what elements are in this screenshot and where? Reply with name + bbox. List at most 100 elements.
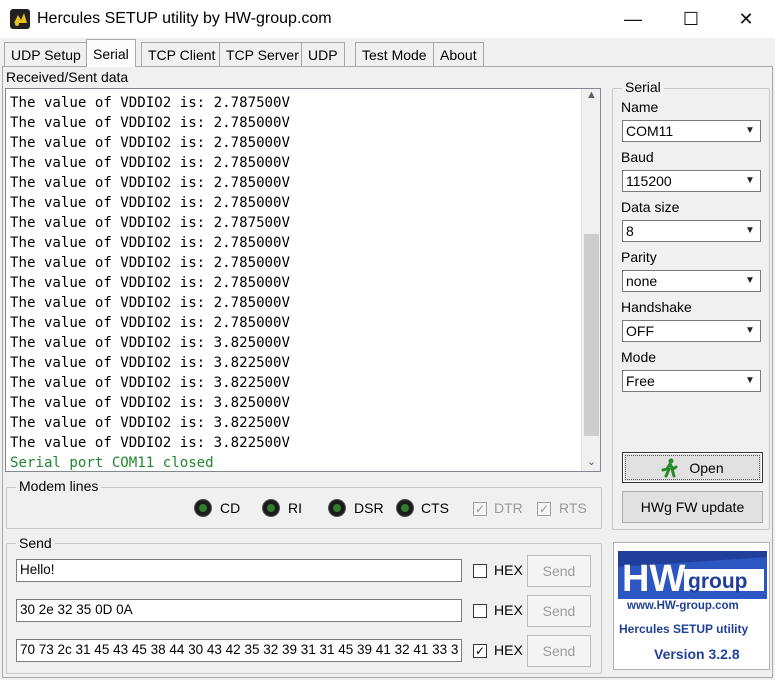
received-line: The value of VDDIO2 is: 2.785000V	[10, 295, 291, 311]
dtr-label: DTR	[494, 500, 523, 516]
port-name-select[interactable]: COM11 ▼	[622, 120, 761, 142]
chevron-down-icon[interactable]: ▼	[740, 221, 760, 241]
tab-udp-setup[interactable]: UDP Setup	[4, 42, 88, 66]
chevron-down-icon[interactable]: ▼	[740, 271, 760, 291]
received-line: The value of VDDIO2 is: 2.785000V	[10, 155, 291, 171]
hw-group-logo-panel: HW group www.HW-group.com Hercules SETUP…	[613, 542, 770, 670]
parity-select[interactable]: none ▼	[622, 270, 761, 292]
send-input-2[interactable]: 30 2e 32 35 0D 0A	[16, 599, 462, 622]
open-button-label: Open	[689, 459, 724, 476]
received-line: The value of VDDIO2 is: 2.785000V	[10, 135, 291, 151]
window-title: Hercules SETUP utility by HW-group.com	[37, 10, 332, 27]
mode-label: Mode	[621, 349, 657, 365]
open-button[interactable]: Open	[622, 452, 763, 483]
maximize-button[interactable]: ☐	[662, 0, 720, 38]
maximize-icon: ☐	[682, 8, 700, 29]
hw-group-logo: HW group www.HW-group.com Hercules SETUP…	[618, 551, 767, 662]
baud-select[interactable]: 115200 ▼	[622, 170, 761, 192]
send-label: Send	[16, 535, 55, 551]
received-line: The value of VDDIO2 is: 3.822500V	[10, 435, 291, 451]
tab-udp[interactable]: UDP	[301, 42, 345, 66]
received-line: The value of VDDIO2 is: 3.825000V	[10, 395, 291, 411]
received-line: The value of VDDIO2 is: 2.785000V	[10, 315, 291, 331]
cd-label: CD	[220, 500, 241, 516]
received-line: The value of VDDIO2 is: 2.785000V	[10, 195, 291, 211]
hex-label-3: HEX	[494, 642, 523, 658]
ri-led-icon	[262, 499, 280, 517]
dsr-led-icon	[328, 499, 346, 517]
received-line: The value of VDDIO2 is: 3.822500V	[10, 375, 291, 391]
tab-serial[interactable]: Serial	[86, 39, 136, 67]
scroll-down-chevron-icon[interactable]: ⌄	[582, 454, 600, 471]
tab-about[interactable]: About	[433, 42, 484, 66]
received-line: The value of VDDIO2 is: 2.787500V	[10, 95, 291, 111]
baud-value: 115200	[626, 173, 672, 189]
parity-value: none	[626, 273, 658, 289]
parity-label: Parity	[621, 249, 657, 265]
cd-led-icon	[194, 499, 212, 517]
dsr-label: DSR	[354, 500, 384, 516]
data-size-value: 8	[626, 223, 634, 239]
received-line: The value of VDDIO2 is: 2.785000V	[10, 275, 291, 291]
name-label: Name	[621, 99, 659, 115]
scrollbar-thumb[interactable]	[584, 234, 599, 436]
port-name-value: COM11	[626, 123, 674, 139]
received-line: The value of VDDIO2 is: 2.785000V	[10, 255, 291, 271]
hex-checkbox-1[interactable]	[473, 564, 487, 578]
version-label: Version 3.2.8	[654, 646, 740, 662]
hex-checkbox-3[interactable]: ✓	[473, 644, 487, 658]
received-line: The value of VDDIO2 is: 3.822500V	[10, 355, 291, 371]
logo-group-text: group	[688, 570, 747, 593]
send-button-3[interactable]: Send	[527, 635, 591, 667]
hex-checkbox-2[interactable]	[473, 604, 487, 618]
minimize-button[interactable]: —	[604, 0, 662, 38]
rts-checkbox[interactable]: ✓	[537, 502, 551, 516]
fw-update-button[interactable]: HWg FW update	[622, 491, 763, 523]
mode-select[interactable]: Free ▼	[622, 370, 761, 392]
send-input-1[interactable]: Hello!	[16, 559, 462, 582]
received-line: The value of VDDIO2 is: 3.822500V	[10, 415, 291, 431]
close-button[interactable]: ✕	[717, 0, 775, 38]
send-button-1[interactable]: Send	[527, 555, 591, 587]
dtr-checkbox[interactable]: ✓	[473, 502, 487, 516]
logo-hw-text: HW	[622, 558, 685, 600]
scroll-up-arrow-icon[interactable]: ▲	[582, 89, 600, 106]
product-name: Hercules SETUP utility	[619, 622, 748, 636]
received-line: The value of VDDIO2 is: 2.785000V	[10, 235, 291, 251]
serial-group-label: Serial	[622, 79, 664, 95]
baud-label: Baud	[621, 149, 654, 165]
handshake-select[interactable]: OFF ▼	[622, 320, 761, 342]
cts-led-icon	[396, 499, 414, 517]
chevron-down-icon[interactable]: ▼	[740, 121, 760, 141]
data-size-label: Data size	[621, 199, 680, 215]
handshake-label: Handshake	[621, 299, 692, 315]
chevron-down-icon[interactable]: ▼	[740, 321, 760, 341]
tab-test-mode[interactable]: Test Mode	[355, 42, 434, 66]
chevron-down-icon[interactable]: ▼	[740, 371, 760, 391]
tab-tcp-client[interactable]: TCP Client	[141, 42, 223, 66]
tab-tcp-server[interactable]: TCP Server	[219, 42, 306, 66]
hercules-app-icon	[9, 8, 31, 30]
send-input-3[interactable]: 70 73 2c 31 45 43 45 38 44 30 43 42 35 3…	[16, 639, 462, 662]
received-scrollbar[interactable]: ▲ ⌄	[581, 89, 600, 471]
rts-label: RTS	[559, 500, 587, 516]
received-line: The value of VDDIO2 is: 3.825000V	[10, 335, 291, 351]
chevron-down-icon[interactable]: ▼	[740, 171, 760, 191]
received-line: The value of VDDIO2 is: 2.785000V	[10, 175, 291, 191]
received-data-label: Received/Sent data	[6, 69, 129, 85]
received-line: The value of VDDIO2 is: 2.785000V	[10, 115, 291, 131]
cts-label: CTS	[421, 500, 449, 516]
send-button-2[interactable]: Send	[527, 595, 591, 627]
mode-value: Free	[626, 373, 655, 389]
hex-label-1: HEX	[494, 562, 523, 578]
data-size-select[interactable]: 8 ▼	[622, 220, 761, 242]
received-line: The value of VDDIO2 is: 2.787500V	[10, 215, 291, 231]
logo-url: www.HW-group.com	[626, 600, 739, 612]
modem-lines-label: Modem lines	[16, 478, 102, 494]
received-data-textarea[interactable]: The value of VDDIO2 is: 2.787500V The val…	[5, 88, 601, 472]
hex-label-2: HEX	[494, 602, 523, 618]
received-lines: The value of VDDIO2 is: 2.787500V The val…	[10, 93, 291, 471]
ri-label: RI	[288, 500, 302, 516]
minimize-icon: —	[624, 8, 642, 29]
close-icon: ✕	[738, 8, 754, 29]
